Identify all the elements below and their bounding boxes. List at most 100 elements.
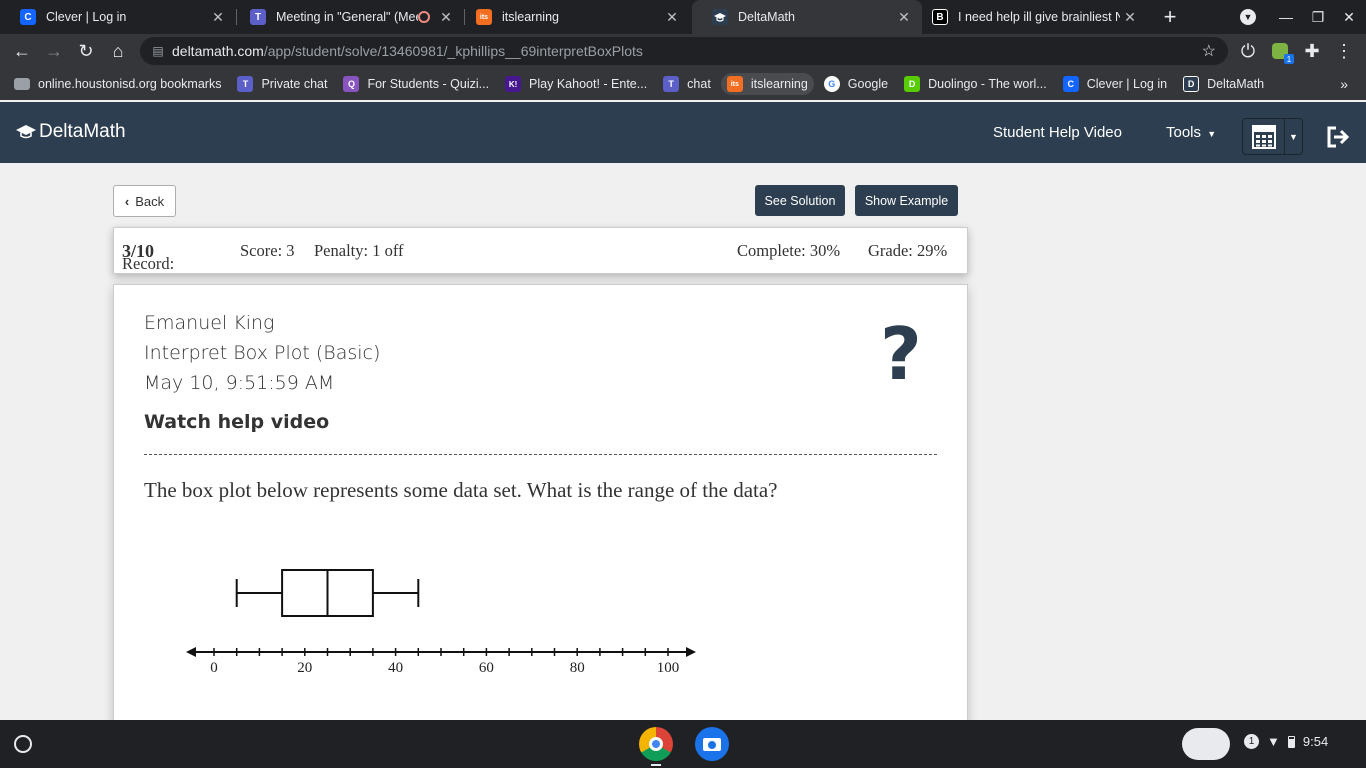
bookmark-label: chat (687, 77, 711, 91)
url-text: deltamath.com/app/student/solve/13460981… (172, 43, 643, 59)
close-icon[interactable]: ✕ (662, 9, 682, 26)
tab-itslearning[interactable]: its itslearning ✕ (456, 0, 690, 34)
chrome-icon[interactable] (639, 727, 673, 761)
close-icon[interactable]: ✕ (436, 9, 456, 26)
new-tab-button[interactable]: + (1155, 0, 1185, 34)
extension-badge-icon[interactable]: 1 (1264, 34, 1296, 68)
see-solution-button[interactable]: See Solution (755, 185, 845, 216)
bookmark-item[interactable]: D Duolingo - The worl... (904, 76, 1047, 92)
bookmark-item[interactable]: T Private chat (237, 76, 327, 92)
bookmarks-bar: online.houstonisd.org bookmarks T Privat… (0, 68, 1366, 100)
calculator-dropdown-caret[interactable]: ▼ (1285, 119, 1302, 154)
tab-title: I need help ill give brainliest N (958, 10, 1120, 24)
axis-tick-label: 40 (388, 660, 403, 676)
logout-icon[interactable] (1326, 126, 1350, 153)
watch-help-video-link[interactable]: Watch help video (144, 411, 329, 433)
bookmark-star-icon[interactable]: ☆ (1202, 41, 1216, 61)
bookmark-item[interactable]: online.houstonisd.org bookmarks (14, 77, 221, 91)
calculator-button[interactable] (1243, 119, 1285, 154)
bookmark-label: Google (847, 77, 889, 91)
clever-icon: C (1062, 76, 1079, 92)
menu-kebab-icon[interactable]: ⋮ (1328, 34, 1360, 68)
student-help-video-link[interactable]: Student Help Video (993, 124, 1122, 141)
bookmark-label: Play Kahoot! - Ente... (529, 77, 648, 91)
bookmark-item[interactable]: G Google (823, 76, 889, 92)
tab-title: Meeting in "General" (Meet (276, 10, 418, 24)
status-tray[interactable]: 1 ▼ 9:54 (1244, 734, 1328, 749)
brand-logo[interactable]: DeltaMath (16, 121, 126, 143)
itslearning-icon: its (726, 76, 743, 92)
tab-deltamath[interactable]: DeltaMath ✕ (692, 0, 922, 34)
battery-icon (1287, 735, 1295, 748)
skill-name: Interpret Box Plot (Basic) (144, 342, 381, 364)
bookmark-label: itslearning (750, 77, 808, 91)
deltamath-navbar: DeltaMath Student Help Video Tools ▼ ▼ (0, 102, 1366, 163)
chevron-right-icon[interactable]: » (1340, 76, 1348, 92)
home-button[interactable]: ⌂ (102, 34, 134, 68)
tab-title: Clever | Log in (46, 10, 127, 24)
bookmark-item[interactable]: Q For Students - Quizi... (343, 76, 489, 92)
bookmark-label: online.houstonisd.org bookmarks (38, 77, 222, 91)
record-stat: Record: 3/10 (122, 241, 175, 273)
kahoot-icon: K! (505, 76, 522, 92)
folder-icon (14, 78, 30, 90)
clever-icon: C (20, 9, 36, 25)
tab-clever[interactable]: C Clever | Log in ✕ (0, 0, 236, 34)
notification-badge: 1 (1244, 734, 1259, 749)
bookmark-label: Clever | Log in (1086, 77, 1168, 91)
reload-button[interactable]: ↻ (70, 34, 102, 68)
tab-search-button[interactable]: ▼ (1233, 0, 1263, 34)
tab-teams-meeting[interactable]: T Meeting in "General" (Meet ✕ (230, 0, 464, 34)
extensions-puzzle-icon[interactable]: ✚ (1296, 34, 1328, 68)
bookmark-item[interactable]: C Clever | Log in (1062, 76, 1168, 92)
graduation-cap-icon (16, 125, 36, 139)
bookmark-label: For Students - Quizi... (367, 77, 490, 91)
bookmark-label: Duolingo - The worl... (928, 77, 1047, 91)
back-button[interactable]: ‹ Back (113, 185, 176, 217)
itslearning-icon: its (476, 9, 492, 25)
camera-icon[interactable] (695, 727, 729, 761)
question-mark-icon[interactable]: ? (880, 318, 922, 390)
address-bar[interactable]: ▤ deltamath.com/app/student/solve/134609… (140, 37, 1228, 65)
recording-icon (418, 11, 430, 23)
bookmark-item[interactable]: D DeltaMath (1183, 76, 1264, 92)
grade-stat: Grade: 29% (868, 241, 948, 260)
close-icon[interactable]: ✕ (894, 9, 914, 26)
forward-arrow-button[interactable]: → (38, 34, 70, 68)
site-info-icon[interactable]: ▤ (144, 44, 172, 58)
close-icon[interactable]: ✕ (1120, 9, 1140, 26)
close-icon[interactable]: ✕ (208, 9, 228, 26)
close-window-button[interactable]: ✕ (1334, 0, 1364, 34)
teams-icon: T (663, 76, 680, 92)
launcher-icon[interactable] (14, 735, 32, 753)
minimize-button[interactable]: — (1271, 0, 1301, 34)
record-bar: Record: 3/10 Score: 3 Penalty: 1 off Com… (113, 227, 968, 274)
tab-brainly[interactable]: B I need help ill give brainliest N ✕ (912, 0, 1148, 34)
question-text: The box plot below represents some data … (144, 478, 778, 502)
calculator-button-group: ▼ (1242, 118, 1303, 155)
restore-button[interactable]: ❐ (1303, 0, 1333, 34)
power-extension-icon[interactable]: ⏻ (1232, 34, 1264, 68)
chevron-left-icon: ‹ (124, 193, 130, 209)
show-example-button[interactable]: Show Example (855, 185, 958, 216)
complete-stat: Complete: 30% (737, 241, 841, 260)
box-plot: 0 20 40 60 80 100 (186, 569, 696, 676)
student-name: Emanuel King (144, 312, 275, 334)
bookmark-item[interactable]: T chat (663, 76, 711, 92)
bookmark-item[interactable]: K! Play Kahoot! - Ente... (505, 76, 647, 92)
active-app-indicator (651, 764, 661, 766)
browser-tab-strip: C Clever | Log in ✕ T Meeting in "Genera… (0, 0, 1366, 34)
tools-label: Tools (1166, 124, 1202, 141)
back-label: Back (135, 193, 165, 209)
tools-dropdown[interactable]: Tools ▼ (1166, 124, 1216, 141)
browser-toolbar: ← → ↻ ⌂ ▤ deltamath.com/app/student/solv… (0, 34, 1366, 68)
teams-icon: T (250, 9, 266, 25)
brand-name: DeltaMath (39, 121, 126, 142)
axis-tick-label: 80 (570, 660, 585, 676)
bookmark-item[interactable]: its itslearning (720, 73, 814, 95)
page-content: ‹ Back See Solution Show Example Record:… (0, 163, 1366, 744)
back-arrow-button[interactable]: ← (6, 34, 38, 68)
phone-hub-icon[interactable] (1182, 728, 1230, 760)
calculator-icon (1251, 124, 1276, 149)
clock: 9:54 (1302, 734, 1329, 749)
